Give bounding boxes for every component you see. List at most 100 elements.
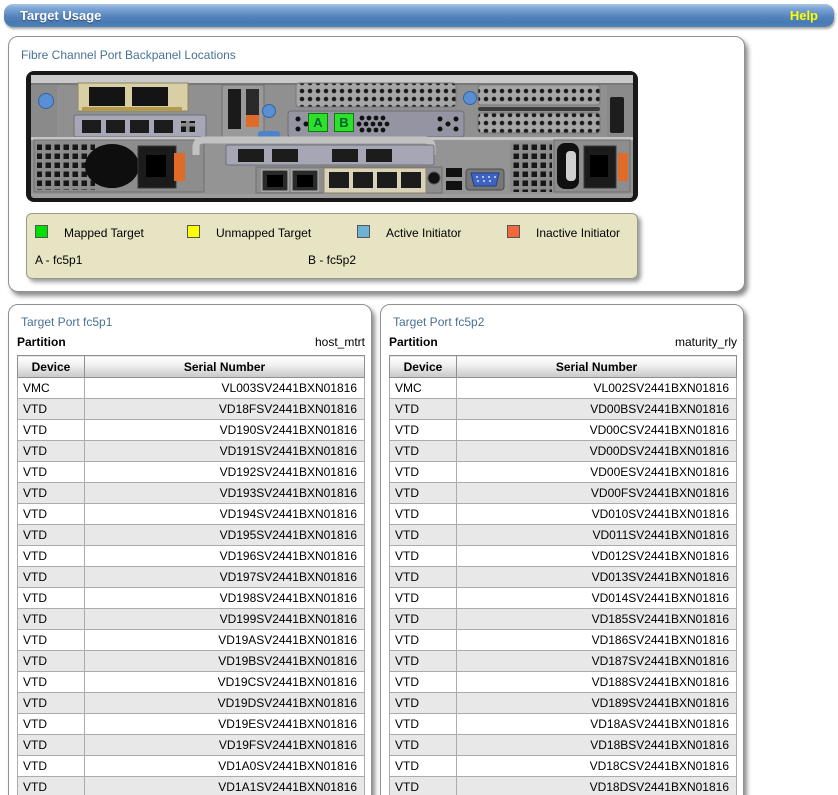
device-cell: VTD (18, 462, 85, 483)
vga-port (466, 169, 504, 190)
serial-number-cell: VD014SV2441BXN01816 (457, 588, 737, 609)
serial-number-cell: VD194SV2441BXN01816 (85, 504, 365, 525)
table-row: VTDVD189SV2441BXN01816 (390, 693, 737, 714)
device-cell: VTD (390, 672, 457, 693)
serial-number-cell: VD188SV2441BXN01816 (457, 672, 737, 693)
device-cell: VTD (18, 588, 85, 609)
port-a-assignment: A - fc5p1 (35, 253, 82, 267)
unmapped-target-label: Unmapped Target (216, 226, 311, 240)
usb-port-bottom-icon (446, 181, 462, 190)
serial-column-header: Serial Number (85, 356, 365, 378)
table-row: VTDVD194SV2441BXN01816 (18, 504, 365, 525)
device-column-header: Device (390, 356, 457, 378)
target-port-fc5p1-panel: Target Port fc5p1 Partition host_mtrt De… (8, 304, 372, 795)
device-cell: VTD (390, 588, 457, 609)
table-row: VTDVD19BSV2441BXN01816 (18, 651, 365, 672)
table-row: VTDVD186SV2441BXN01816 (390, 630, 737, 651)
active-initiator-label: Active Initiator (386, 226, 461, 240)
psu-right (554, 140, 630, 192)
serial-number-cell: VL002SV2441BXN01816 (457, 378, 737, 399)
serial-number-cell: VD185SV2441BXN01816 (457, 609, 737, 630)
serial-number-cell: VD1A1SV2441BXN01816 (85, 777, 365, 795)
serial-number-cell: VD19FSV2441BXN01816 (85, 735, 365, 756)
serial-number-cell: VD197SV2441BXN01816 (85, 567, 365, 588)
device-cell: VTD (18, 483, 85, 504)
device-cell: VTD (390, 756, 457, 777)
device-cell: VTD (390, 504, 457, 525)
network-port-strip (256, 167, 442, 193)
serial-number-cell: VD198SV2441BXN01816 (85, 588, 365, 609)
device-cell: VTD (390, 567, 457, 588)
device-cell: VTD (18, 693, 85, 714)
partition-value: maturity_rly (675, 335, 737, 349)
psu-left-strap (85, 144, 139, 188)
device-cell: VTD (390, 546, 457, 567)
device-cell: VTD (18, 525, 85, 546)
backpanel-panel: Fibre Channel Port Backpanel Locations (8, 36, 745, 292)
table-row: VTDVD192SV2441BXN01816 (18, 462, 365, 483)
device-cell: VTD (18, 609, 85, 630)
device-cell: VTD (18, 399, 85, 420)
serial-column-header: Serial Number (457, 356, 737, 378)
device-cell: VTD (18, 651, 85, 672)
device-cell: VTD (18, 441, 85, 462)
serial-number-cell: VD19ESV2441BXN01816 (85, 714, 365, 735)
serial-number-cell: VD196SV2441BXN01816 (85, 546, 365, 567)
device-cell: VTD (390, 777, 457, 795)
device-cell: VTD (390, 525, 457, 546)
device-cell: VTD (390, 651, 457, 672)
vent-grid-bottom-right (510, 142, 552, 192)
table-row: VTDVD18DSV2441BXN01816 (390, 777, 737, 795)
device-cell: VTD (18, 567, 85, 588)
serial-number-cell: VD191SV2441BXN01816 (85, 441, 365, 462)
serial-number-cell: VD186SV2441BXN01816 (457, 630, 737, 651)
device-cell: VTD (18, 756, 85, 777)
table-row: VTDVD00CSV2441BXN01816 (390, 420, 737, 441)
serial-number-cell: VD19ASV2441BXN01816 (85, 630, 365, 651)
service-tag-label (610, 97, 624, 133)
legend: Mapped Target Unmapped Target Active Ini… (26, 213, 638, 279)
target-port-fc5p2-panel: Target Port fc5p2 Partition maturity_rly… (380, 304, 744, 795)
serial-number-cell: VD19CSV2441BXN01816 (85, 672, 365, 693)
table-row: VTDVD18CSV2441BXN01816 (390, 756, 737, 777)
page-title: Target Usage (20, 8, 101, 23)
device-cell: VTD (390, 735, 457, 756)
table-row: VTDVD195SV2441BXN01816 (18, 525, 365, 546)
psu-right-orange-clip-icon (618, 153, 628, 181)
psu-left-orange-clip-icon (174, 153, 185, 181)
table-row: VTDVD010SV2441BXN01816 (390, 504, 737, 525)
table-row: VTDVD19CSV2441BXN01816 (18, 672, 365, 693)
table-row: VTDVD188SV2441BXN01816 (390, 672, 737, 693)
serial-number-cell: VD010SV2441BXN01816 (457, 504, 737, 525)
serial-number-cell: VD011SV2441BXN01816 (457, 525, 737, 546)
thumbscrew-center-icon (263, 105, 276, 118)
psu-left (34, 140, 204, 192)
server-rear-illustration (26, 71, 638, 202)
sfp-card (78, 83, 188, 111)
help-link[interactable]: Help (790, 8, 818, 23)
serial-number-cell: VD1A0SV2441BXN01816 (85, 756, 365, 777)
table-row: VTDVD00BSV2441BXN01816 (390, 399, 737, 420)
inactive-initiator-swatch (507, 225, 520, 238)
serial-number-cell: VD193SV2441BXN01816 (85, 483, 365, 504)
serial-number-cell: VD199SV2441BXN01816 (85, 609, 365, 630)
serial-number-cell: VD013SV2441BXN01816 (457, 567, 737, 588)
partition-label: Partition (389, 335, 438, 349)
center-riser-card (222, 85, 264, 137)
mapped-target-swatch (35, 225, 48, 238)
port-b-marker: B (334, 113, 354, 132)
device-cell: VTD (18, 777, 85, 795)
unmapped-target-swatch (187, 225, 200, 238)
table-row: VTDVD196SV2441BXN01816 (18, 546, 365, 567)
serial-number-cell: VD18ASV2441BXN01816 (457, 714, 737, 735)
device-cell: VTD (390, 483, 457, 504)
table-row: VTDVD00ESV2441BXN01816 (390, 462, 737, 483)
center-port-module (226, 145, 434, 165)
table-row: VTDVD00FSV2441BXN01816 (390, 483, 737, 504)
partition-line: Partition host_mtrt (17, 335, 365, 349)
device-cell: VTD (18, 735, 85, 756)
table-row: VTDVD18FSV2441BXN01816 (18, 399, 365, 420)
device-column-header: Device (18, 356, 85, 378)
table-row: VTDVD191SV2441BXN01816 (18, 441, 365, 462)
port-table-wrap: Device Serial Number VMCVL002SV2441BXN01… (389, 355, 737, 795)
